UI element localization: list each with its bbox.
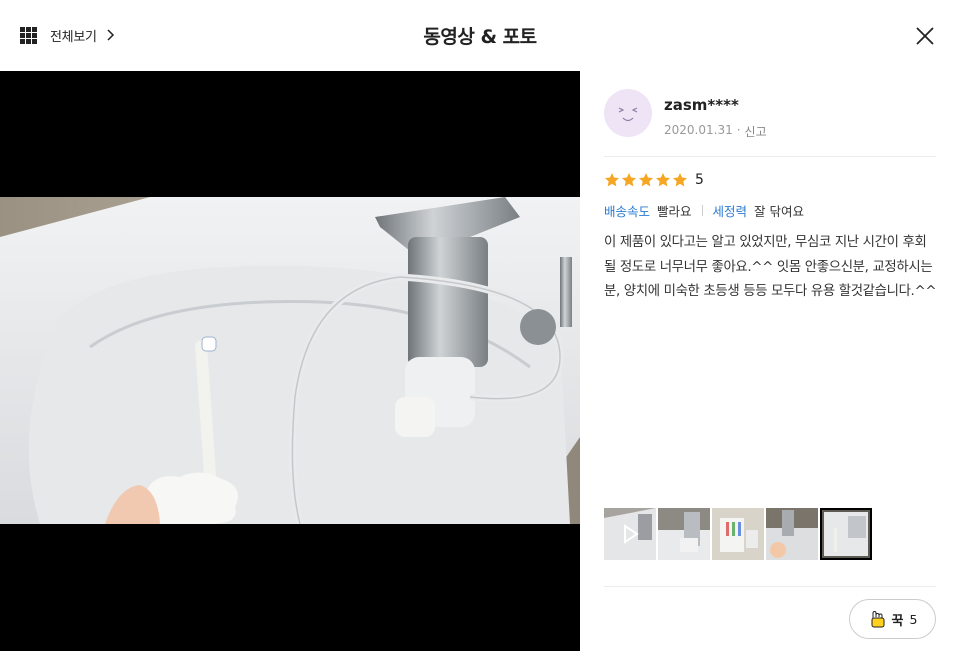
star-icon — [622, 173, 636, 187]
review-body: 이 제품이 있다고는 알고 있었지만, 무심코 지난 시간이 후회 될 정도로 … — [604, 235, 937, 299]
rating-row: 5 — [604, 172, 704, 188]
attribute-value: 빨라요 — [657, 204, 692, 219]
star-icon — [673, 173, 687, 187]
avatar — [604, 89, 652, 137]
divider — [604, 586, 936, 587]
review-photo — [0, 197, 580, 524]
star-rating — [604, 172, 688, 188]
attribute-separator — [701, 205, 703, 216]
review-date: 2020.01.31 — [664, 123, 733, 137]
star-icon — [639, 173, 653, 187]
like-button[interactable]: 꾹 5 — [849, 599, 936, 639]
report-link[interactable]: 신고 — [745, 123, 767, 140]
thumbnail-photo[interactable] — [658, 508, 710, 560]
review-attributes: 배송속도 빨라요 세정력 잘 닦여요 — [604, 201, 804, 220]
attribute-key: 세정력 — [712, 204, 748, 219]
review-panel: zasm**** 2020.01.31 · 신고 5 배송속도 빨라요 세정력 … — [580, 71, 960, 651]
meta-separator: · — [736, 123, 741, 137]
like-count: 5 — [909, 611, 918, 627]
review-meta: 2020.01.31 · 신고 — [664, 123, 767, 140]
star-icon — [656, 173, 670, 187]
page-title: 동영상 & 포토 — [423, 26, 537, 48]
like-label: 꾹 — [891, 613, 904, 629]
attribute-key: 배송속도 — [604, 204, 651, 219]
user-name: zasm**** — [664, 96, 739, 114]
thumbnail-photo[interactable] — [766, 508, 818, 560]
divider — [604, 156, 936, 157]
close-icon[interactable] — [914, 25, 936, 47]
media-viewer[interactable] — [0, 71, 580, 651]
thumbnail-photo-selected[interactable] — [820, 508, 872, 560]
thumbnail-photo[interactable] — [712, 508, 764, 560]
play-icon — [624, 524, 639, 544]
rating-value: 5 — [695, 172, 704, 188]
star-icon — [605, 173, 619, 187]
thumbnail-strip — [604, 508, 872, 560]
header: 전체보기 동영상 & 포토 — [0, 0, 960, 71]
attribute-value: 잘 닦여요 — [754, 204, 805, 219]
hand-press-icon — [871, 610, 885, 628]
thumbnail-video[interactable] — [604, 508, 656, 560]
